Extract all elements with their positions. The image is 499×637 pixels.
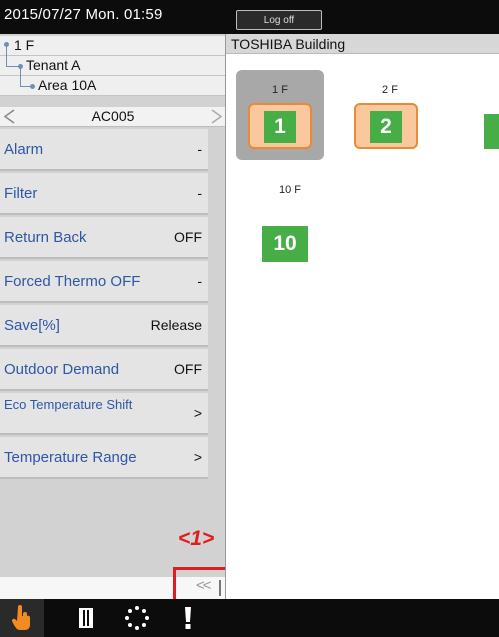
- menu-item-filter[interactable]: Filter -: [0, 173, 208, 215]
- top-bar: 2015/07/27 Mon. 01:59 Log off: [0, 0, 499, 34]
- floor-label: 2 F: [382, 84, 398, 96]
- menu-value: OFF: [174, 229, 202, 245]
- floor-label: 10 F: [278, 184, 301, 196]
- schedule-tab[interactable]: [66, 599, 106, 637]
- alarm-tab[interactable]: [168, 599, 208, 637]
- next-unit-button[interactable]: [206, 107, 226, 126]
- menu-value: -: [197, 141, 202, 157]
- floor-tile: 1: [248, 103, 312, 149]
- schedule-icon: [79, 608, 93, 628]
- tree-line: [20, 68, 21, 76]
- tree-node-icon: [30, 84, 35, 89]
- menu-label: Filter: [4, 185, 38, 202]
- floor-tile: 2: [354, 103, 418, 149]
- operation-tab[interactable]: [0, 599, 44, 637]
- tree-line: [6, 46, 7, 56]
- tree-item-area[interactable]: Area 10A: [0, 76, 226, 96]
- exclamation-icon: [185, 607, 191, 629]
- menu-label: Alarm: [4, 141, 44, 158]
- tree-item-floor[interactable]: 1 F: [0, 36, 226, 56]
- menu-value: -: [197, 273, 202, 289]
- tree-label-tenant: Tenant A: [26, 57, 81, 73]
- floor-number: 1: [264, 111, 296, 143]
- menu-item-save[interactable]: Save[%] Release: [0, 305, 208, 347]
- tree-line: [20, 76, 21, 86]
- unit-name: AC005: [91, 108, 135, 124]
- menu-item-outdoor-demand[interactable]: Outdoor Demand OFF: [0, 349, 208, 391]
- status-tab[interactable]: [117, 599, 157, 637]
- left-panel: 1 F Tenant A Area 10A AC005 Alarm - Filt…: [0, 34, 226, 599]
- menu-label: Forced Thermo OFF: [4, 273, 141, 290]
- callout-label: <1>: [178, 527, 215, 550]
- bottom-bar: [0, 599, 499, 637]
- tree-line: [6, 56, 7, 66]
- menu-label: Temperature Range: [4, 449, 137, 466]
- menu-value: OFF: [174, 361, 202, 377]
- menu-item-eco-temperature-shift[interactable]: Eco Temperature Shift >: [0, 393, 208, 435]
- building-header: TOSHIBA Building: [226, 34, 499, 54]
- date-time: 2015/07/27 Mon. 01:59: [4, 6, 163, 23]
- floor-card-10f[interactable]: 10 F 10: [262, 184, 318, 274]
- menu-value: Release: [150, 317, 202, 333]
- menu-item-temperature-range[interactable]: Temperature Range >: [0, 437, 208, 479]
- floor-number: 2: [370, 111, 402, 143]
- floor-card-1f[interactable]: 1 F 1: [236, 70, 324, 160]
- tree-label-floor: 1 F: [14, 37, 35, 53]
- logoff-button[interactable]: Log off: [236, 10, 322, 30]
- tree-label-area: Area 10A: [38, 77, 97, 93]
- menu-value: -: [197, 185, 202, 201]
- floor-card-partial[interactable]: [484, 114, 499, 149]
- menu-label: Outdoor Demand: [4, 361, 120, 378]
- floor-card-2f[interactable]: 2 F 2: [346, 70, 434, 160]
- floor-label: 1 F: [272, 84, 288, 96]
- menu-label: Save[%]: [4, 317, 60, 334]
- menu-label: Return Back: [4, 229, 87, 246]
- building-view: TOSHIBA Building 1 F 1 2 F 2 10 F 10: [226, 34, 499, 599]
- unit-selector: AC005: [0, 107, 226, 127]
- tree-item-tenant[interactable]: Tenant A: [0, 56, 226, 76]
- chevron-right-icon: [211, 109, 223, 124]
- menu-item-return-back[interactable]: Return Back OFF: [0, 217, 208, 259]
- menu-value: >: [193, 449, 202, 465]
- menu-label: Eco Temperature Shift: [4, 397, 133, 412]
- menu-value: >: [193, 405, 202, 421]
- circle-dots-icon: [125, 606, 149, 630]
- hand-pointer-icon: [11, 605, 30, 630]
- menu-item-forced-thermo-off[interactable]: Forced Thermo OFF -: [0, 261, 208, 303]
- menu-item-alarm[interactable]: Alarm -: [0, 129, 208, 171]
- floor-number: 10: [262, 226, 308, 262]
- building-title: TOSHIBA Building: [231, 36, 346, 52]
